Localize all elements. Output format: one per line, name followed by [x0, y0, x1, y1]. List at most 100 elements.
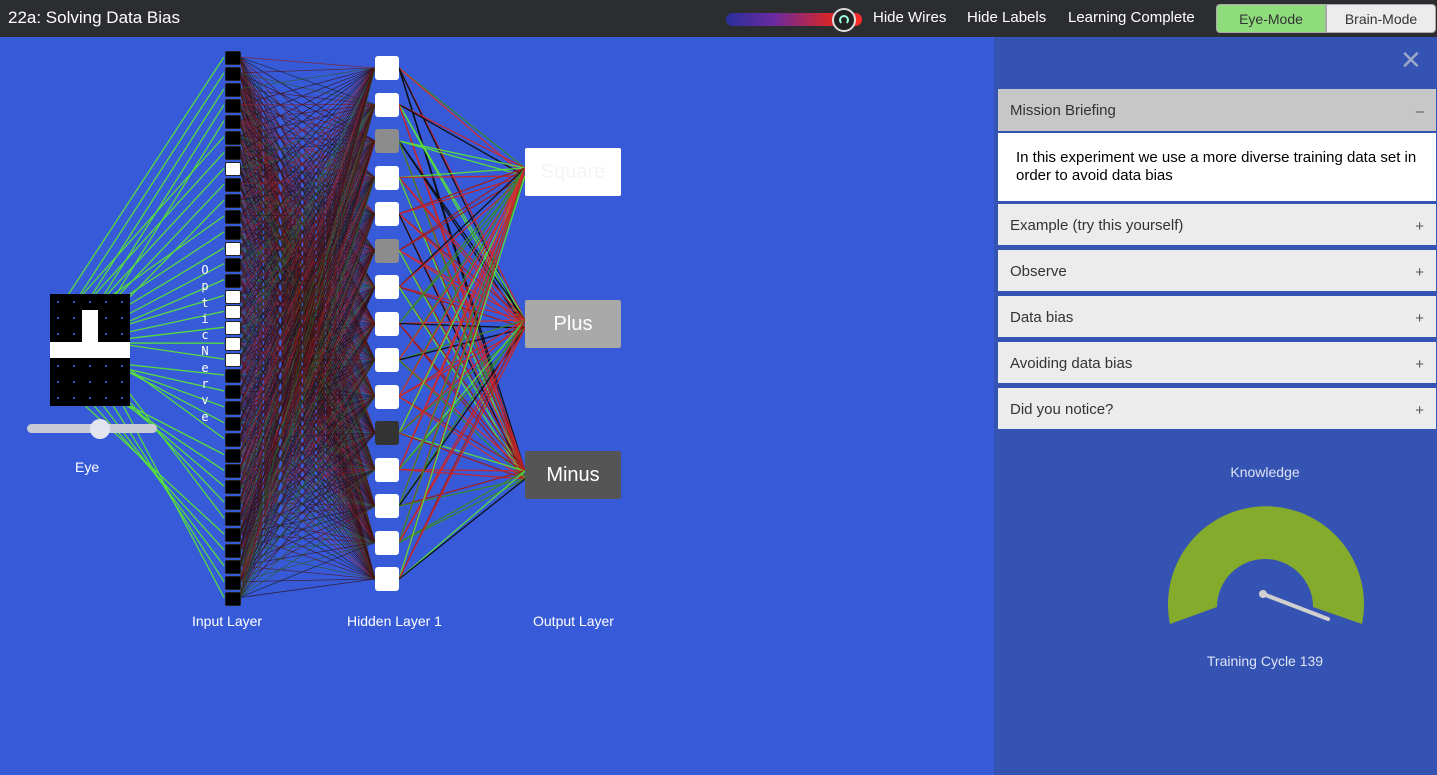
- input-neuron[interactable]: [225, 114, 241, 129]
- eye-pixel[interactable]: [66, 294, 82, 310]
- eye-pixel[interactable]: [50, 342, 66, 358]
- input-neuron[interactable]: [225, 98, 241, 113]
- eye-pixel[interactable]: [66, 310, 82, 326]
- eye-pixel[interactable]: [114, 294, 130, 310]
- eye-pixel[interactable]: [114, 358, 130, 374]
- eye-pixel[interactable]: [114, 374, 130, 390]
- input-neuron[interactable]: [225, 257, 241, 272]
- eye-retina-grid[interactable]: [50, 294, 130, 406]
- input-neuron[interactable]: [225, 353, 241, 368]
- input-neuron[interactable]: [225, 273, 241, 288]
- input-neuron[interactable]: [225, 480, 241, 495]
- hidden-neuron[interactable]: [375, 421, 399, 445]
- eye-pixel[interactable]: [114, 310, 130, 326]
- hidden-neuron[interactable]: [375, 165, 399, 190]
- input-neuron[interactable]: [225, 591, 241, 606]
- eye-pixel[interactable]: [98, 374, 114, 390]
- hidden-neuron[interactable]: [375, 530, 399, 555]
- hidden-neuron[interactable]: [375, 92, 399, 117]
- input-neuron[interactable]: [225, 178, 241, 193]
- eye-pixel[interactable]: [66, 326, 82, 342]
- accordion-mission-briefing[interactable]: Mission Briefing –: [998, 89, 1436, 131]
- input-neuron[interactable]: [225, 496, 241, 511]
- hide-wires-button[interactable]: Hide Wires: [873, 9, 946, 26]
- eye-pixel[interactable]: [82, 358, 98, 374]
- eye-pixel[interactable]: [114, 342, 130, 358]
- eye-pixel[interactable]: [98, 310, 114, 326]
- eye-pixel[interactable]: [50, 310, 66, 326]
- eye-pixel[interactable]: [82, 374, 98, 390]
- input-neuron[interactable]: [225, 130, 241, 145]
- input-neuron[interactable]: [225, 82, 241, 97]
- brain-mode-button[interactable]: Brain-Mode: [1326, 4, 1436, 33]
- eye-pixel[interactable]: [50, 358, 66, 374]
- eye-pixel[interactable]: [50, 326, 66, 342]
- input-neuron[interactable]: [225, 528, 241, 542]
- input-neuron[interactable]: [225, 416, 241, 431]
- input-neuron[interactable]: [225, 289, 241, 304]
- input-neuron[interactable]: [225, 575, 241, 590]
- input-neuron[interactable]: [225, 225, 241, 240]
- eye-pixel[interactable]: [98, 358, 114, 374]
- input-neuron[interactable]: [225, 400, 241, 415]
- hidden-neuron[interactable]: [375, 311, 399, 336]
- speed-gauge-icon[interactable]: [832, 8, 856, 32]
- eye-pixel[interactable]: [114, 390, 130, 406]
- input-neuron[interactable]: [225, 241, 241, 256]
- eye-pixel[interactable]: [98, 390, 114, 406]
- hidden-neuron[interactable]: [375, 56, 399, 80]
- input-neuron[interactable]: [225, 321, 241, 336]
- hidden-neuron[interactable]: [375, 275, 399, 299]
- input-neuron[interactable]: [225, 210, 241, 224]
- input-neuron[interactable]: [225, 512, 241, 527]
- hidden-neuron[interactable]: [375, 457, 399, 482]
- output-minus[interactable]: Minus: [525, 451, 621, 499]
- hidden-neuron[interactable]: [375, 129, 399, 153]
- eye-pixel[interactable]: [98, 294, 114, 310]
- input-neuron[interactable]: [225, 448, 241, 463]
- hidden-neuron[interactable]: [375, 384, 399, 409]
- accordion-example[interactable]: Example (try this yourself) +: [998, 204, 1436, 245]
- hidden-neuron[interactable]: [375, 348, 399, 372]
- eye-pixel[interactable]: [66, 342, 82, 358]
- input-neuron[interactable]: [225, 146, 241, 161]
- learning-status[interactable]: Learning Complete: [1068, 9, 1195, 26]
- input-neuron[interactable]: [225, 337, 241, 352]
- eye-pixel[interactable]: [66, 390, 82, 406]
- eye-pixel[interactable]: [66, 358, 82, 374]
- eye-pixel[interactable]: [82, 326, 98, 342]
- eye-slider-handle[interactable]: [90, 419, 110, 439]
- eye-pixel[interactable]: [82, 342, 98, 358]
- eye-pixel[interactable]: [50, 294, 66, 310]
- accordion-did-you-notice[interactable]: Did you notice? +: [998, 388, 1436, 429]
- input-neuron[interactable]: [225, 66, 241, 81]
- close-icon[interactable]: ✕: [1400, 47, 1422, 73]
- hidden-neuron[interactable]: [375, 494, 399, 518]
- input-neuron[interactable]: [225, 194, 241, 209]
- accordion-data-bias[interactable]: Data bias +: [998, 296, 1436, 337]
- input-neuron[interactable]: [225, 305, 241, 320]
- hidden-neuron[interactable]: [375, 567, 399, 591]
- output-plus[interactable]: Plus: [525, 300, 621, 348]
- hide-labels-button[interactable]: Hide Labels: [967, 9, 1046, 26]
- speed-slider[interactable]: [726, 7, 862, 32]
- input-neuron[interactable]: [225, 384, 241, 399]
- input-neuron[interactable]: [225, 51, 241, 65]
- eye-pixel[interactable]: [50, 374, 66, 390]
- input-neuron[interactable]: [225, 543, 241, 558]
- hidden-neuron[interactable]: [375, 202, 399, 226]
- eye-pixel[interactable]: [82, 390, 98, 406]
- input-neuron[interactable]: [225, 464, 241, 479]
- eye-pixel[interactable]: [82, 294, 98, 310]
- input-neuron[interactable]: [225, 432, 241, 447]
- accordion-avoiding-data-bias[interactable]: Avoiding data bias +: [998, 342, 1436, 383]
- eye-mode-button[interactable]: Eye-Mode: [1216, 4, 1326, 33]
- output-square[interactable]: Square: [525, 148, 621, 196]
- eye-pixel[interactable]: [66, 374, 82, 390]
- eye-pixel[interactable]: [98, 342, 114, 358]
- hidden-neuron[interactable]: [375, 238, 399, 263]
- eye-pixel[interactable]: [98, 326, 114, 342]
- eye-pixel[interactable]: [82, 310, 98, 326]
- input-neuron[interactable]: [225, 559, 241, 574]
- accordion-observe[interactable]: Observe +: [998, 250, 1436, 291]
